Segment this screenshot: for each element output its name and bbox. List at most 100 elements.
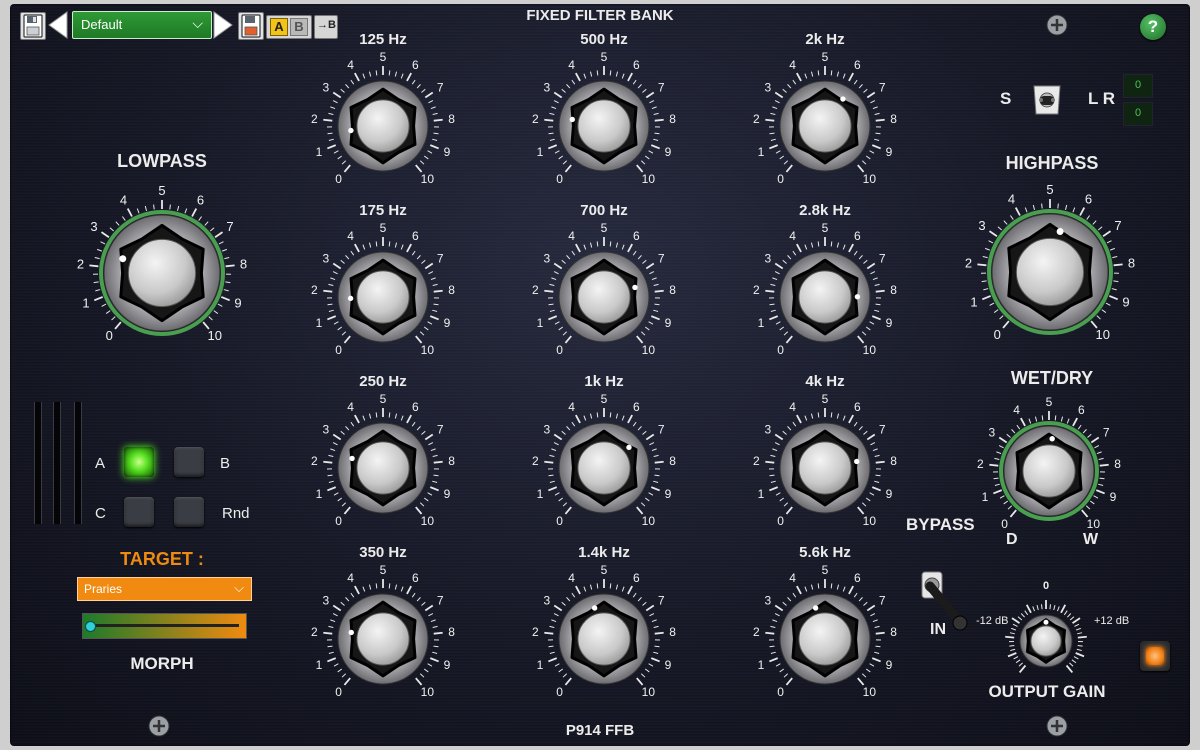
knob-tick [411, 250, 416, 256]
morph-slot-c-button[interactable] [124, 497, 154, 527]
knob-tick [997, 226, 1003, 231]
morph-slot-a-button[interactable] [124, 447, 154, 477]
band-knob-500hz[interactable]: 01 2 3 4 5 6 7 8 9 10 [532, 50, 676, 186]
knob-scale-label: 5 [1046, 395, 1053, 409]
knob-tick [328, 112, 334, 116]
band-knob-4khz[interactable]: 01 2 3 4 5 6 7 8 9 10 [753, 392, 897, 528]
knob-tick [651, 448, 657, 452]
output-led-indicator [1146, 647, 1164, 665]
knob-scale-label: 0 [1001, 517, 1008, 531]
knob-scale-label: 7 [437, 593, 444, 607]
knob-cap [1022, 444, 1076, 498]
bypass-switch[interactable] [920, 568, 972, 634]
knob-tick [327, 303, 333, 306]
knob-tick [654, 303, 660, 306]
knob-tick [551, 277, 557, 281]
band-knob-28khz[interactable]: 01 2 3 4 5 6 7 8 9 10 [753, 221, 897, 357]
knob-tick [1013, 656, 1019, 660]
knob-tick [388, 241, 391, 247]
knob-tick [874, 625, 880, 629]
knob-tick [419, 331, 425, 336]
knob-tick [650, 486, 660, 492]
knob-tick [424, 91, 434, 99]
knob-tick [642, 259, 647, 264]
knob-tick [621, 244, 625, 250]
knob-tick [817, 70, 820, 76]
knob-scale-label: 0 [335, 514, 342, 528]
knob-tick [817, 412, 820, 418]
knob-tick [433, 303, 439, 306]
knob-tick [842, 415, 846, 421]
knob-pointer [812, 605, 819, 611]
knob-tick [100, 231, 110, 238]
knob-tick [388, 412, 391, 418]
knob-tick [792, 421, 797, 427]
knob-scale-label: 2 [753, 625, 760, 639]
knob-tick [575, 72, 581, 82]
knob-tick [330, 448, 336, 452]
knob-tick [544, 118, 554, 122]
knob-scale-label: 7 [879, 251, 886, 265]
morph-slider-thumb[interactable] [85, 621, 96, 632]
band-knob-700hz[interactable]: 01 2 3 4 5 6 7 8 9 10 [532, 221, 676, 357]
knob-tick [332, 100, 338, 104]
knob-tick [225, 264, 235, 268]
wetdry-knob[interactable]: 01 2 3 4 5 6 7 8 9 10 [977, 395, 1121, 531]
knob-tick [872, 448, 878, 452]
knob-tick [544, 289, 554, 293]
output-gain-knob[interactable] [1005, 600, 1087, 673]
knob-tick [615, 413, 619, 419]
knob-tick [571, 592, 576, 598]
knob-tick [645, 604, 655, 612]
band-knob-56khz[interactable]: 01 2 3 4 5 6 7 8 9 10 [753, 563, 897, 699]
knob-scale-label: 2 [311, 112, 318, 126]
knob-tick [640, 331, 646, 336]
knob-tick [1090, 436, 1100, 444]
knob-tick [769, 144, 779, 150]
knob-tick [343, 335, 351, 344]
morph-slot-b-button[interactable] [174, 447, 204, 477]
knob-tick [332, 271, 338, 275]
knob-tick [977, 263, 987, 267]
knob-tick [1076, 648, 1082, 652]
band-knob-350hz[interactable]: 01 2 3 4 5 6 7 8 9 10 [311, 563, 455, 699]
band-knob-250hz[interactable]: 01 2 3 4 5 6 7 8 9 10 [311, 392, 455, 528]
band-knob-125hz[interactable]: 01 2 3 4 5 6 7 8 9 10 [311, 50, 455, 186]
knob-tick [863, 601, 868, 606]
knob-tick [984, 247, 991, 251]
knob-tick [1060, 604, 1067, 614]
morph-slot-rnd-button[interactable] [174, 497, 204, 527]
band-knob-1khz[interactable]: 01 2 3 4 5 6 7 8 9 10 [532, 392, 676, 528]
knob-tick [429, 315, 439, 321]
lowpass-knob[interactable]: 0 1 2 3 4 5 6 7 8 9 10 [77, 183, 247, 343]
knob-tick [651, 106, 657, 110]
knob-tick [866, 433, 876, 441]
target-dropdown[interactable]: Praries ⌵ [77, 577, 252, 601]
knob-scale-label: 5 [1046, 182, 1053, 197]
band-knob-175hz[interactable]: 01 2 3 4 5 6 7 8 9 10 [311, 221, 455, 357]
knob-tick [330, 277, 336, 281]
knob-tick [575, 414, 581, 424]
knob-tick [551, 448, 557, 452]
knob-tick [1011, 627, 1017, 631]
knob-tick [871, 486, 881, 492]
knob-tick [327, 144, 337, 150]
knob-tick [328, 480, 334, 483]
morph-slider[interactable] [82, 613, 247, 639]
knob-tick [406, 414, 412, 424]
knob-tick [863, 259, 868, 264]
knob-tick [111, 316, 116, 321]
knob-tick [589, 584, 593, 590]
band-knob-14khz[interactable]: 01 2 3 4 5 6 7 8 9 10 [532, 563, 676, 699]
knob-tick [596, 241, 599, 247]
knob-tick [223, 289, 229, 292]
knob-tick [400, 244, 404, 250]
knob-tick [651, 619, 657, 623]
knob-tick [772, 619, 778, 623]
highpass-knob[interactable]: 0 1 2 3 4 5 6 7 8 9 10 [965, 182, 1135, 342]
output-led[interactable] [1140, 641, 1170, 671]
knob-tick [394, 413, 398, 419]
band-knob-2khz[interactable]: 01 2 3 4 5 6 7 8 9 10 [753, 50, 897, 186]
knob-tick [642, 601, 647, 606]
knob-tick [1009, 509, 1017, 518]
